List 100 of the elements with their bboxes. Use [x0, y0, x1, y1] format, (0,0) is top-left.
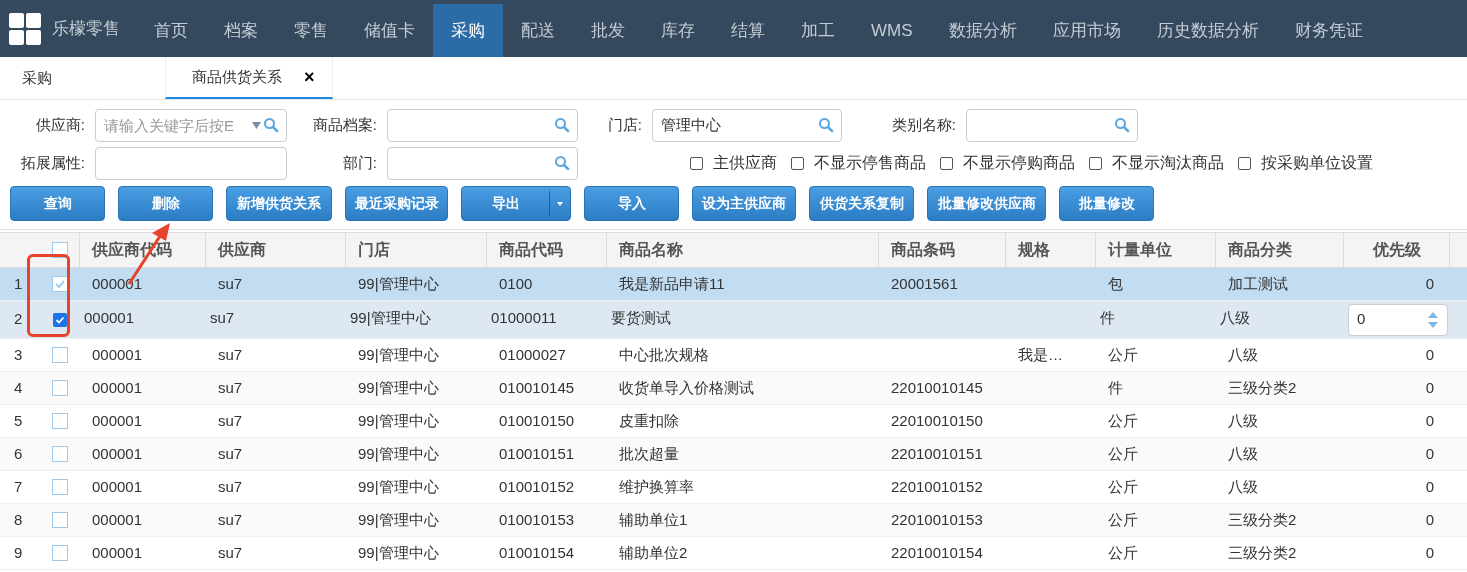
- nav-tab[interactable]: 批发: [573, 4, 643, 57]
- option-label: 不显示停购商品: [963, 153, 1075, 173]
- table-row[interactable]: 4 000001 su7 99|管理中心 010010145 收货单导入价格测试 22010010145 件 三级分类2 0: [0, 372, 1467, 405]
- column-header[interactable]: 规格: [1018, 238, 1050, 262]
- search-icon[interactable]: [1114, 117, 1130, 133]
- priority-spinner[interactable]: 0: [1348, 303, 1448, 336]
- search-field[interactable]: 请输入关键字后按E: [95, 108, 287, 142]
- table-cell-text: 辅助单位2: [619, 542, 688, 563]
- nav-tab[interactable]: WMS: [853, 4, 931, 57]
- table-cell-text: 公斤: [1108, 542, 1138, 563]
- table-cell-text: 22010010154: [891, 542, 983, 563]
- column-header[interactable]: 计量单位: [1108, 238, 1172, 262]
- table-cell-text: 件: [1100, 308, 1115, 328]
- search-field[interactable]: 管理中心: [652, 108, 842, 142]
- toolbar-button[interactable]: 新增供货关系: [226, 186, 332, 221]
- nav-tab[interactable]: 配送: [503, 4, 573, 57]
- row-checkbox[interactable]: [52, 347, 68, 363]
- search-field[interactable]: [387, 108, 578, 142]
- checkbox[interactable]: [940, 156, 953, 170]
- nav-tab[interactable]: 历史数据分析: [1138, 4, 1277, 57]
- nav-tab[interactable]: 应用市场: [1034, 4, 1139, 57]
- table-cell-text: 八级: [1220, 308, 1250, 328]
- table-cell-text: 22010010151: [891, 443, 983, 464]
- row-checkbox[interactable]: [52, 413, 68, 429]
- table-cell-text: 0: [1425, 476, 1434, 497]
- nav-tab[interactable]: 加工: [783, 4, 853, 57]
- column-header[interactable]: 商品名称: [619, 238, 683, 262]
- table-cell-text: 0: [1425, 443, 1434, 464]
- dropdown-icon[interactable]: [252, 121, 261, 129]
- nav-tab[interactable]: 财务凭证: [1276, 4, 1381, 57]
- table-row[interactable]: 6 000001 su7 99|管理中心 010010151 批次超量 22010010151 公斤 八级 0: [0, 438, 1467, 471]
- row-checkbox[interactable]: [52, 512, 68, 528]
- row-checkbox[interactable]: [52, 446, 68, 462]
- toolbar-button[interactable]: 删除: [118, 186, 213, 221]
- toolbar-button[interactable]: 供货关系复制: [809, 186, 914, 221]
- column-header[interactable]: 供应商: [218, 238, 266, 262]
- checkbox[interactable]: [1089, 156, 1102, 170]
- column-header[interactable]: 优先级: [1372, 238, 1421, 262]
- row-number: 6: [14, 443, 23, 464]
- close-button[interactable]: ×: [304, 63, 315, 91]
- nav-tab[interactable]: 数据分析: [930, 4, 1035, 57]
- nav-tab[interactable]: 档案: [206, 4, 276, 57]
- column-header[interactable]: 门店: [358, 238, 390, 262]
- page-tab[interactable]: 采购: [0, 57, 165, 99]
- nav-tab[interactable]: 采购: [433, 4, 503, 57]
- column-header[interactable]: 商品条码: [891, 238, 955, 262]
- search-icon[interactable]: [818, 117, 834, 133]
- toolbar-button[interactable]: 设为主供应商: [692, 186, 796, 221]
- table-cell-text: 辅助单位1: [619, 509, 688, 530]
- table-cell-text: 批次超量: [619, 443, 679, 464]
- table-cell-text: 八级: [1228, 344, 1258, 365]
- row-number: 9: [14, 542, 23, 563]
- table-cell-text: 000001: [92, 509, 143, 530]
- checkbox[interactable]: [690, 156, 703, 170]
- table-cell-text: 000001: [84, 308, 135, 328]
- row-checkbox[interactable]: [52, 276, 68, 292]
- table-cell-text: 0100: [499, 273, 533, 294]
- row-checkbox[interactable]: [52, 479, 68, 495]
- table-cell-text: 三级分类2: [1228, 542, 1297, 563]
- toolbar-button[interactable]: 导入: [584, 186, 679, 221]
- search-icon[interactable]: [554, 155, 570, 171]
- nav-tab[interactable]: 结算: [713, 4, 783, 57]
- table-cell-text: 八级: [1228, 443, 1258, 464]
- checkbox[interactable]: [791, 156, 804, 170]
- search-icon[interactable]: [263, 117, 279, 133]
- nav-tab[interactable]: 库存: [643, 4, 713, 57]
- table-cell-text: 99|管理中心: [358, 443, 439, 464]
- row-checkbox[interactable]: [52, 380, 68, 396]
- table-row[interactable]: 8 000001 su7 99|管理中心 010010153 辅助单位1 22010010153 公斤 三级分类2 0: [0, 504, 1467, 537]
- table-cell-text: su7: [218, 509, 243, 530]
- nav-tab[interactable]: 首页: [136, 4, 206, 57]
- nav-tab[interactable]: 零售: [276, 4, 346, 57]
- checkbox[interactable]: [1238, 156, 1251, 170]
- toolbar-button[interactable]: 导出: [461, 186, 571, 221]
- table-cell-text: 八级: [1228, 476, 1258, 497]
- search-icon[interactable]: [554, 117, 570, 133]
- toolbar-button[interactable]: 批量修改供应商: [927, 186, 1046, 221]
- column-header[interactable]: 商品代码: [499, 238, 563, 262]
- table-cell-text: 000001: [92, 476, 143, 497]
- table-cell-text: su7: [218, 344, 243, 365]
- toolbar-button[interactable]: 最近采购记录: [345, 186, 448, 221]
- toolbar-button[interactable]: 查询: [10, 186, 105, 221]
- table-row[interactable]: 1 000001 su7 99|管理中心 0100 我是新品申请11 20001561 包 加工测试 0: [0, 268, 1467, 301]
- row-checkbox[interactable]: [53, 312, 67, 327]
- table-cell-text: 0: [1425, 344, 1434, 365]
- search-field[interactable]: [966, 108, 1138, 142]
- column-header[interactable]: 商品分类: [1228, 238, 1292, 262]
- nav-tab[interactable]: 储值卡: [346, 4, 433, 57]
- row-number: 3: [14, 344, 23, 365]
- search-field[interactable]: [387, 146, 578, 180]
- row-checkbox[interactable]: [52, 545, 68, 561]
- search-field[interactable]: [95, 146, 287, 180]
- table-cell-text: 99|管理中心: [358, 476, 439, 497]
- table-cell-text: 22010010152: [891, 476, 983, 497]
- table-cell-text: 0: [1425, 410, 1434, 431]
- table-cell-text: su7: [218, 273, 243, 294]
- app-grid-icon[interactable]: [8, 11, 42, 46]
- page-tab[interactable]: 商品供货关系 ×: [165, 57, 333, 99]
- toolbar-button[interactable]: 批量修改: [1059, 186, 1154, 221]
- table-row[interactable]: 2 000001 su7 99|管理中心 01000011 要货测试 件 八级 0: [0, 301, 1467, 339]
